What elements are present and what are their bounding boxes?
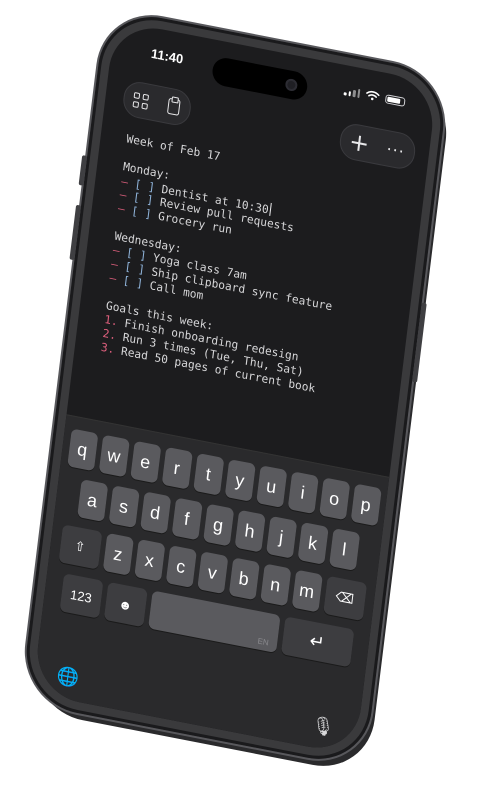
list-number: 1. bbox=[103, 312, 119, 329]
key-f[interactable]: f bbox=[171, 497, 203, 541]
shift-key[interactable]: ⇧ bbox=[57, 524, 102, 570]
key-a[interactable]: a bbox=[76, 479, 108, 522]
toolbar-left-group bbox=[121, 79, 193, 128]
bullet-dash: – bbox=[112, 243, 121, 258]
toolbar-right-group: + ··· bbox=[337, 121, 418, 172]
bullet-dash: – bbox=[108, 271, 117, 286]
key-d[interactable]: d bbox=[139, 491, 171, 535]
key-y[interactable]: y bbox=[224, 458, 256, 502]
key-k[interactable]: k bbox=[297, 521, 329, 565]
camera-icon bbox=[284, 77, 298, 93]
key-t[interactable]: t bbox=[192, 452, 224, 496]
key-i[interactable]: i bbox=[287, 471, 319, 515]
status-icons bbox=[343, 85, 406, 107]
wifi-icon bbox=[366, 90, 380, 101]
bullet-dash: – bbox=[117, 201, 126, 217]
key-l[interactable]: l bbox=[328, 528, 360, 571]
key-z[interactable]: z bbox=[102, 532, 134, 576]
signal-icon bbox=[343, 85, 361, 99]
key-b[interactable]: b bbox=[228, 557, 260, 601]
clipboard-icon bbox=[166, 97, 181, 116]
grid-view-button[interactable] bbox=[126, 85, 155, 116]
microphone-icon[interactable]: 🎙 bbox=[310, 714, 335, 739]
key-m[interactable]: m bbox=[291, 569, 323, 613]
key-n[interactable]: n bbox=[259, 563, 291, 607]
key-g[interactable]: g bbox=[202, 503, 234, 547]
delete-key[interactable]: ⌫ bbox=[322, 575, 367, 622]
key-j[interactable]: j bbox=[265, 515, 297, 559]
note-editor[interactable]: Week of Feb 17 Monday: – [ ] Dentist at 10… bbox=[100, 132, 411, 409]
numbers-key[interactable]: 123 bbox=[59, 573, 104, 619]
key-s[interactable]: s bbox=[108, 485, 140, 529]
grid-icon bbox=[132, 91, 150, 110]
bullet-dash: – bbox=[118, 187, 128, 203]
key-u[interactable]: u bbox=[255, 465, 287, 508]
space-language-label: EN bbox=[257, 636, 270, 648]
key-r[interactable]: r bbox=[161, 446, 193, 490]
bullet-dash: – bbox=[110, 257, 119, 272]
key-h[interactable]: h bbox=[234, 509, 266, 553]
text-cursor bbox=[268, 202, 272, 217]
key-o[interactable]: o bbox=[318, 477, 350, 521]
key-x[interactable]: x bbox=[133, 538, 165, 582]
battery-icon bbox=[384, 93, 406, 107]
key-p[interactable]: p bbox=[350, 483, 382, 527]
status-time: 11:40 bbox=[150, 45, 185, 67]
emoji-key[interactable]: ☻ bbox=[103, 581, 148, 628]
add-button[interactable]: + bbox=[345, 127, 374, 159]
list-number: 3. bbox=[100, 340, 116, 357]
list-number: 2. bbox=[101, 326, 117, 343]
phone-device: 11:40 + ··· Week of Feb 17 Monday: – []… bbox=[20, 7, 450, 769]
checkbox[interactable]: [ ] bbox=[131, 204, 153, 221]
more-button[interactable]: ··· bbox=[381, 135, 410, 166]
bullet-dash: – bbox=[120, 175, 129, 190]
key-q[interactable]: q bbox=[66, 428, 98, 472]
return-key[interactable]: ↵ bbox=[280, 616, 354, 668]
checkbox[interactable]: [ ] bbox=[122, 274, 144, 291]
stage: 11:40 + ··· Week of Feb 17 Monday: – []… bbox=[0, 0, 480, 800]
clipboard-button[interactable] bbox=[159, 91, 188, 122]
key-e[interactable]: e bbox=[129, 440, 161, 484]
globe-icon[interactable]: 🌐 bbox=[55, 665, 80, 690]
key-c[interactable]: c bbox=[165, 545, 197, 588]
dynamic-island bbox=[210, 55, 309, 102]
key-w[interactable]: w bbox=[98, 434, 130, 478]
key-v[interactable]: v bbox=[196, 551, 228, 595]
